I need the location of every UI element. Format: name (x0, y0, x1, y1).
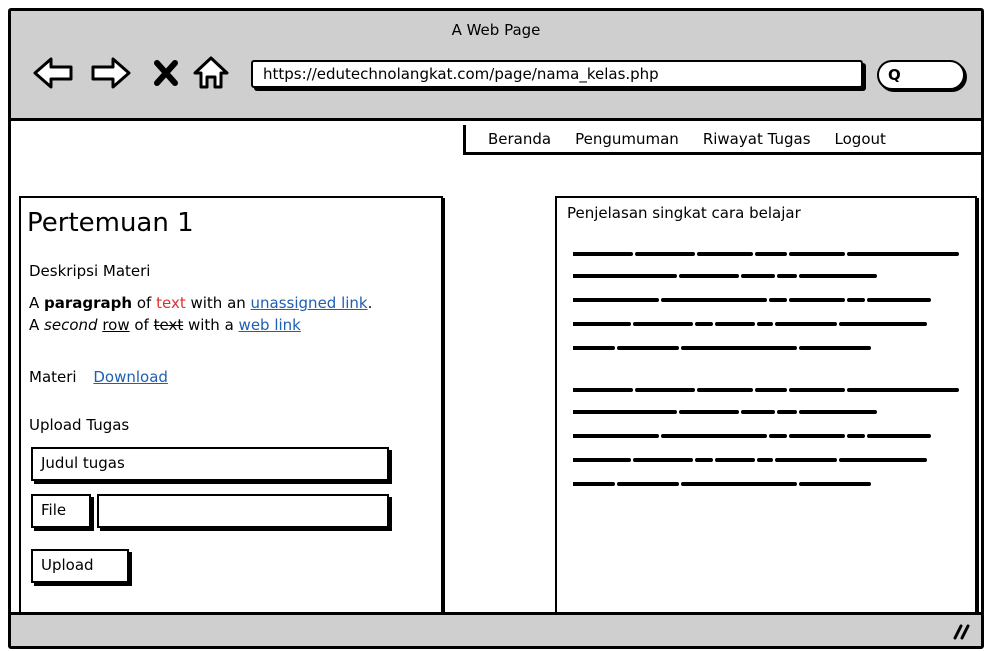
browser-window: A Web Page https://edutechnolangkat.com/… (8, 8, 984, 649)
resize-grip-icon[interactable] (951, 622, 971, 640)
p1-bold: paragraph (44, 294, 133, 312)
tips-title: Penjelasan singkat cara belajar (567, 204, 801, 222)
home-icon[interactable] (191, 53, 231, 93)
p1-period: . (367, 294, 373, 312)
unassigned-link[interactable]: unassigned link (251, 294, 368, 312)
p2-text-e: of (129, 316, 154, 334)
address-bar[interactable]: https://edutechnolangkat.com/page/nama_k… (251, 60, 863, 88)
p1-text-a: A (29, 294, 45, 312)
menu-item-pengumuman[interactable]: Pengumuman (575, 130, 679, 148)
p1-red-text: text (156, 294, 186, 312)
search-box[interactable]: Q (877, 60, 965, 90)
file-button[interactable]: File (31, 494, 91, 528)
window-title: A Web Page (451, 21, 541, 39)
p1-text-e: with an (185, 294, 251, 312)
p2-italic: second (44, 316, 98, 334)
close-icon[interactable] (151, 53, 181, 93)
description-label: Deskripsi Materi (29, 262, 151, 280)
download-link[interactable]: Download (93, 368, 168, 386)
menu-item-logout[interactable]: Logout (835, 130, 886, 148)
p2-strike: text (153, 316, 184, 334)
upload-heading: Upload Tugas (29, 416, 130, 434)
upload-button[interactable]: Upload (31, 549, 129, 583)
judul-tugas-input[interactable]: Judul tugas (31, 447, 389, 481)
p1-text-c: of (132, 294, 157, 312)
menu-item-riwayat-tugas[interactable]: Riwayat Tugas (703, 130, 811, 148)
page-title: Pertemuan 1 (27, 208, 194, 238)
search-icon[interactable]: Q (888, 66, 901, 84)
paragraph-line-1: A paragraph of text with an unassigned l… (29, 294, 372, 312)
placeholder-text-block-1 (573, 252, 959, 350)
p2-text-g: with a (183, 316, 239, 334)
web-link[interactable]: web link (239, 316, 301, 334)
top-menu: Beranda Pengumuman Riwayat Tugas Logout (463, 125, 981, 155)
tips-panel: Penjelasan singkat cara belajar (555, 196, 977, 614)
status-bar (11, 612, 981, 646)
menu-item-beranda[interactable]: Beranda (488, 130, 551, 148)
back-arrow-icon[interactable] (31, 53, 75, 93)
file-path-input[interactable] (97, 494, 389, 528)
materi-label: Materi (29, 368, 77, 386)
forward-arrow-icon[interactable] (89, 53, 133, 93)
p2-text-a: A (29, 316, 45, 334)
placeholder-text-block-2 (573, 388, 959, 486)
p2-underline: row (102, 316, 130, 334)
paragraph-line-2: A second row of text with a web link (29, 316, 301, 334)
materi-row: Materi Download (29, 368, 168, 386)
materi-panel: Pertemuan 1 Deskripsi Materi A paragraph… (19, 196, 443, 614)
browser-chrome: A Web Page https://edutechnolangkat.com/… (11, 11, 981, 121)
